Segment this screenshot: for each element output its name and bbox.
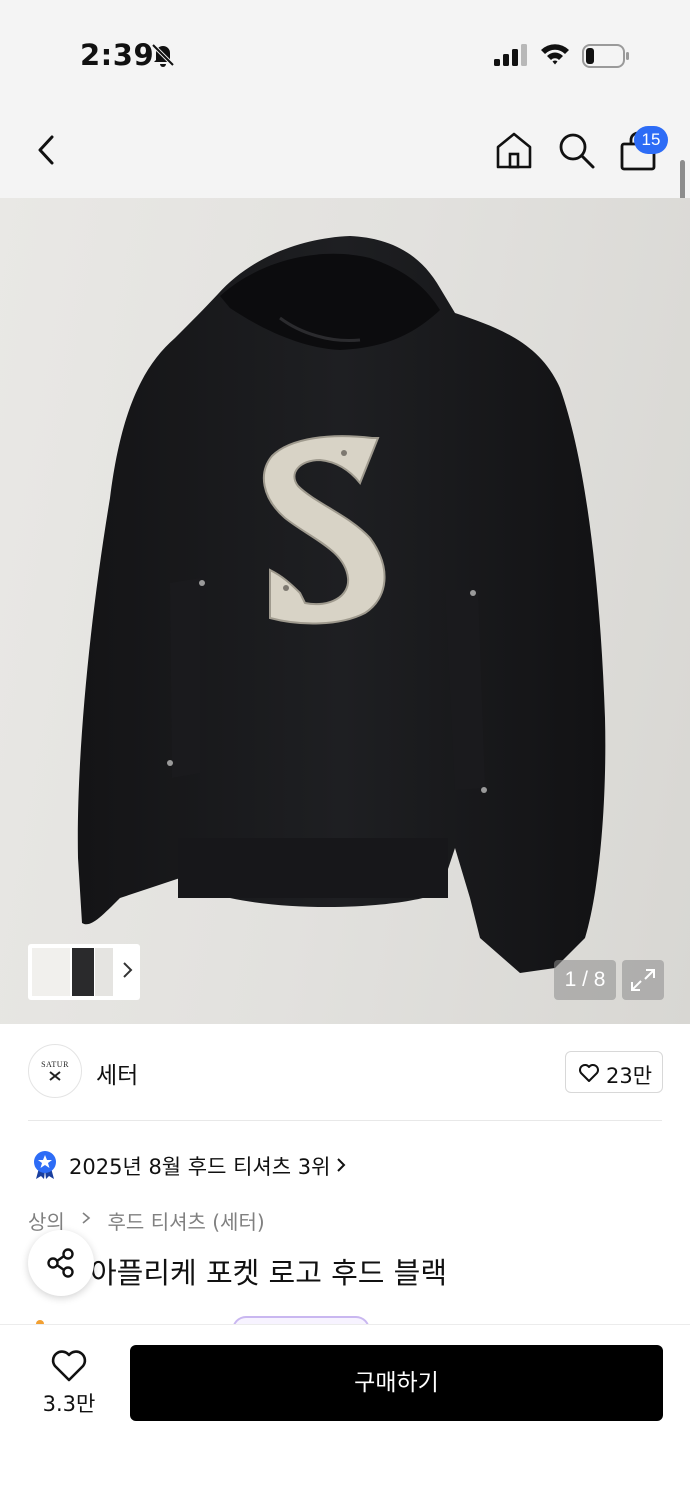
back-chevron-icon[interactable] [30, 132, 66, 168]
brand-logo[interactable]: SATUR [28, 1044, 82, 1098]
ranking-link[interactable]: 2025년 8월 후드 티셔츠 3위 [69, 1151, 330, 1181]
share-button[interactable] [28, 1230, 94, 1296]
ranking-badge-icon [34, 1151, 56, 1179]
brand-logo-text: SATUR [41, 1060, 69, 1069]
status-time: 2:39 [80, 38, 155, 72]
brand-like-count: 23만 [606, 1064, 653, 1088]
search-icon[interactable] [556, 130, 596, 170]
share-icon [47, 1248, 74, 1278]
product-title: 아플리케 포켓 로고 후드 블랙 [90, 1256, 448, 1290]
section-divider [28, 1120, 662, 1121]
expand-icon [631, 969, 655, 991]
chevron-right-icon[interactable] [334, 1155, 348, 1175]
expand-button[interactable] [622, 960, 664, 1000]
top-navigation-bar [0, 104, 690, 198]
wish-count: 3.3만 [42, 1392, 96, 1416]
product-image-gallery[interactable] [0, 198, 690, 1024]
bell-slash-icon [151, 43, 175, 67]
hoodie-product-photo [77, 236, 606, 973]
wifi-icon [541, 44, 569, 65]
brand-mark-icon [49, 1071, 61, 1081]
breadcrumb-item[interactable]: 후드 티셔츠 (세터) [108, 1206, 265, 1235]
cart-count-badge: 15 [634, 126, 668, 154]
brand-like-button[interactable]: 23만 [565, 1051, 663, 1093]
battery-low-icon [582, 44, 629, 68]
heart-icon[interactable] [50, 1348, 88, 1384]
thumbnail-image[interactable] [72, 948, 94, 996]
chevron-right-icon [82, 1212, 91, 1224]
thumbnail-strip[interactable] [28, 944, 140, 1000]
buy-button[interactable]: 구매하기 [130, 1345, 663, 1421]
status-bar: 2:39 [0, 0, 690, 104]
thumbnail-image[interactable] [32, 948, 70, 996]
brand-name[interactable]: 세터 [96, 1056, 138, 1090]
thumbnail-image[interactable] [95, 948, 113, 996]
thumbnail-chevron-icon[interactable] [120, 960, 136, 980]
cellular-signal-icon [494, 44, 527, 66]
heart-icon [579, 1064, 599, 1082]
gallery-page-indicator: 1 / 8 [554, 960, 616, 1000]
home-icon[interactable] [494, 130, 534, 170]
